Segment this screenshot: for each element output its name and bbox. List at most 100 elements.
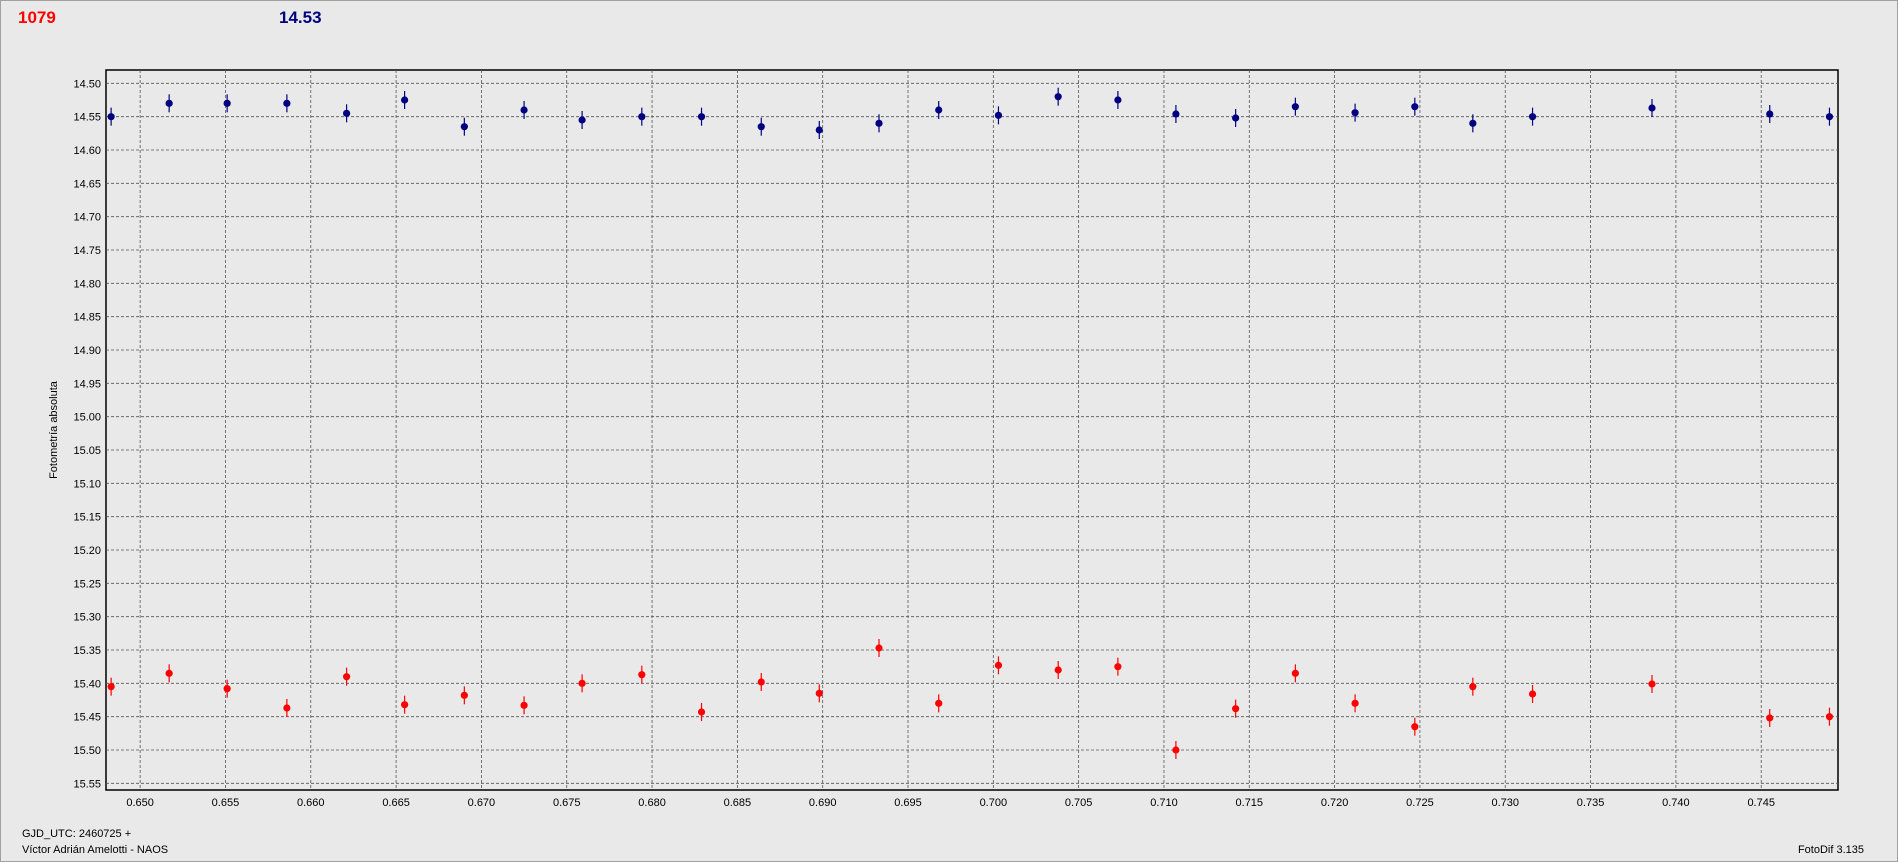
x-tick-label: 0.705 <box>1065 797 1093 809</box>
data-point <box>1114 663 1122 671</box>
y-tick-label: 15.30 <box>73 612 101 624</box>
y-tick-label: 15.10 <box>73 478 101 490</box>
data-point <box>935 106 943 114</box>
data-point <box>815 689 823 697</box>
x-tick-label: 0.680 <box>638 797 666 809</box>
data-point <box>1411 103 1419 111</box>
y-tick-label: 14.80 <box>73 278 101 290</box>
x-tick-label: 0.690 <box>809 797 837 809</box>
data-point <box>520 701 528 709</box>
y-tick-label: 15.40 <box>73 678 101 690</box>
y-tick-label: 15.20 <box>73 545 101 557</box>
data-point <box>875 119 883 127</box>
data-point <box>1114 96 1122 104</box>
data-point <box>165 99 173 107</box>
data-point <box>460 123 468 131</box>
data-point <box>401 701 409 709</box>
data-point <box>1291 669 1299 677</box>
data-point <box>1648 104 1656 112</box>
y-tick-label: 14.85 <box>73 312 101 324</box>
data-point <box>757 123 765 131</box>
data-point <box>520 106 528 114</box>
x-tick-label: 0.685 <box>724 797 752 809</box>
y-tick-label: 14.65 <box>73 178 101 190</box>
data-point <box>1528 690 1537 698</box>
data-point <box>1232 114 1240 122</box>
data-point <box>1054 93 1062 101</box>
data-point <box>697 113 706 121</box>
x-tick-label: 0.720 <box>1321 797 1349 809</box>
data-point <box>697 708 706 716</box>
x-tick-label: 0.670 <box>468 797 496 809</box>
x-tick-label: 0.730 <box>1491 797 1519 809</box>
data-point <box>1469 683 1477 691</box>
data-point <box>107 683 115 691</box>
data-point <box>460 691 468 699</box>
data-point <box>1825 713 1834 721</box>
data-point <box>1469 119 1477 127</box>
x-tick-label: 0.740 <box>1662 797 1690 809</box>
data-point <box>1172 746 1180 754</box>
x-tick-label: 0.700 <box>980 797 1008 809</box>
photometry-chart: 14.50 14.55 14.60 14.65 14.70 14.75 14.80 14.85… <box>48 69 1839 809</box>
data-point <box>1648 680 1656 688</box>
y-tick-label: 15.05 <box>73 445 101 457</box>
data-point <box>165 669 173 677</box>
x-tick-label: 0.650 <box>126 797 154 809</box>
data-point <box>578 679 586 687</box>
y-tick-label: 14.50 <box>73 78 101 90</box>
y-tick-label: 14.90 <box>73 345 101 357</box>
data-point <box>757 678 765 686</box>
data-point <box>815 126 823 134</box>
x-tick-label: 0.710 <box>1150 797 1178 809</box>
data-point <box>1232 705 1240 713</box>
data-point <box>1528 113 1537 121</box>
data-point <box>994 111 1003 119</box>
y-tick-label: 15.45 <box>73 712 101 724</box>
data-point <box>107 113 115 121</box>
data-point <box>875 644 883 652</box>
data-point <box>283 99 291 107</box>
y-tick-label: 14.55 <box>73 112 101 124</box>
data-point <box>638 671 646 679</box>
data-point <box>1766 714 1774 722</box>
footer-software: FotoDif 3.135 <box>1797 844 1864 856</box>
x-tick-label: 0.675 <box>553 797 581 809</box>
y-tick-label: 15.50 <box>73 745 101 757</box>
data-point <box>1411 723 1419 731</box>
y-tick-label: 15.55 <box>73 778 101 790</box>
data-point <box>401 96 409 104</box>
x-tick-label: 0.735 <box>1577 797 1605 809</box>
y-tick-label: 14.95 <box>73 378 101 390</box>
plot-area <box>105 69 1839 791</box>
data-point <box>994 661 1003 669</box>
y-axis-label: Fotometría absoluta <box>48 380 60 479</box>
data-point <box>578 116 586 124</box>
x-tick-label: 0.655 <box>212 797 240 809</box>
data-point <box>223 99 231 107</box>
y-tick-label: 15.35 <box>73 645 101 657</box>
data-point <box>1825 113 1834 121</box>
y-tick-label: 15.15 <box>73 512 101 524</box>
x-tick-label: 0.660 <box>297 797 325 809</box>
y-tick-label: 14.70 <box>73 212 101 224</box>
x-tick-label: 0.715 <box>1236 797 1264 809</box>
footer-observer: Víctor Adrián Amelotti - NAOS <box>22 844 169 856</box>
x-tick-label: 0.695 <box>894 797 922 809</box>
y-tick-label: 14.60 <box>73 145 101 157</box>
x-tick-label: 0.745 <box>1747 797 1775 809</box>
x-tick-label: 0.725 <box>1406 797 1434 809</box>
data-point <box>343 673 351 681</box>
data-point <box>638 113 646 121</box>
y-tick-label: 15.00 <box>73 412 101 424</box>
data-point <box>1054 666 1062 674</box>
data-point <box>1766 110 1774 118</box>
data-point <box>1291 103 1299 111</box>
x-tick-label: 0.665 <box>382 797 410 809</box>
data-point <box>223 685 231 693</box>
footer-gjd: GJD_UTC: 2460725 + <box>22 828 132 840</box>
y-tick-label: 14.75 <box>73 245 101 257</box>
data-point <box>283 704 291 712</box>
y-tick-label: 15.25 <box>73 578 101 590</box>
data-point <box>1351 109 1359 117</box>
